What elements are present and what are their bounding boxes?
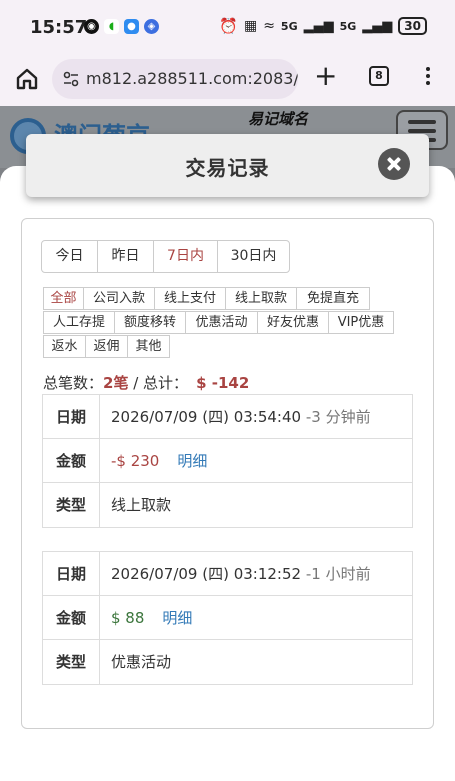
filter-friend-bonus[interactable]: 好友优惠 [257,311,329,334]
record-date-row: 日期 2026/07/09 (四) 03:12:52 -1 小时前 [43,552,412,596]
filter-vip-bonus[interactable]: VIP优惠 [328,311,394,334]
detail-link[interactable]: 明细 [177,452,207,470]
status-bar: 15:57 ◉ ◖ ● ◈ ⏰ ▦ ≈ 5G ▂▄▆ 5G ▂▄▆ 30 [0,0,455,56]
site-domain-label: 易记域名 [248,110,309,128]
browser-menu-button[interactable] [420,65,436,87]
status-app-icons: ◉ ◖ ● ◈ [84,19,159,34]
date-label: 日期 [43,395,100,438]
modal-header: 交易记录 [26,134,429,197]
url-text: m812.a288511.com:2083/mo [86,69,298,88]
detail-link[interactable]: 明细 [162,609,192,627]
qq-icon: ◉ [84,19,99,34]
date-value: 2026/07/09 (四) 03:12:52 -1 小时前 [111,552,371,596]
summary-separator: / [128,374,144,392]
tab-today[interactable]: 今日 [41,240,98,273]
summary-line: 总笔数：2笔 / 总计： $ -142 [43,372,249,393]
filter-company-deposit[interactable]: 公司入款 [83,287,155,310]
chat-bubble-icon: ◖ [104,19,119,34]
transaction-record: 日期 2026/07/09 (四) 03:12:52 -1 小时前 金额 $ 8… [42,551,413,685]
home-button[interactable] [14,66,40,92]
type-value: 线上取款 [111,496,172,514]
amount-label: 金额 [43,439,100,482]
status-time: 15:57 [30,17,88,38]
record-amount-row: 金额 -$ 230 明细 [43,439,412,483]
filter-credit-transfer[interactable]: 额度移转 [114,311,186,334]
record-amount-row: 金额 $ 88 明细 [43,596,412,640]
tab-7-days[interactable]: 7日内 [153,240,218,273]
amount-text: $ 88 [111,609,145,627]
record-type-row: 类型 优惠活动 [43,640,412,684]
message-icon: ● [124,19,139,34]
record-type-row: 类型 线上取款 [43,483,412,527]
filter-rebate[interactable]: 返水 [43,335,86,358]
total-value: $ -142 [196,374,250,392]
amount-label: 金额 [43,596,100,639]
app-icon: ◈ [144,19,159,34]
modal-title: 交易记录 [185,156,270,180]
vibrate-icon: ▦ [243,18,258,34]
relative-time: -3 分钟前 [305,408,371,426]
battery-indicator: 30 [398,17,427,35]
transaction-record: 日期 2026/07/09 (四) 03:54:40 -3 分钟前 金额 -$ … [42,394,413,528]
signal-icon-1: ▂▄▆ [303,18,334,34]
type-filter-row: 全部 公司入款 线上支付 线上取款 免提直充 [43,287,370,310]
home-icon [16,68,38,90]
filter-all[interactable]: 全部 [43,287,84,310]
filter-online-payment[interactable]: 线上支付 [154,287,226,310]
type-value: 优惠活动 [111,653,172,671]
tab-30-days[interactable]: 30日内 [217,240,290,273]
date-text: 2026/07/09 (四) 03:12:52 [111,565,302,583]
date-range-tabs: 今日 昨日 7日内 30日内 [41,240,290,273]
date-value: 2026/07/09 (四) 03:54:40 -3 分钟前 [111,395,371,439]
date-text: 2026/07/09 (四) 03:54:40 [111,408,302,426]
type-label: 类型 [43,483,100,527]
tab-switcher-button[interactable]: 8 [369,66,389,86]
type-filter-row: 返水 返佣 其他 [43,335,170,358]
type-filter-row: 人工存提 额度移转 优惠活动 好友优惠 VIP优惠 [43,311,394,334]
type-label: 类型 [43,640,100,684]
browser-toolbar: m812.a288511.com:2083/mo + 8 [0,56,455,106]
tab-yesterday[interactable]: 昨日 [97,240,154,273]
total-label: 总计： [143,374,189,392]
filter-direct-recharge[interactable]: 免提直充 [296,287,370,310]
filter-commission[interactable]: 返佣 [85,335,128,358]
network-type-2: 5G [339,19,357,33]
filter-other[interactable]: 其他 [127,335,170,358]
alarm-icon: ⏰ [219,17,238,35]
address-bar[interactable]: m812.a288511.com:2083/mo [52,59,298,99]
amount-value: -$ 230 明细 [111,439,207,483]
filter-online-withdrawal[interactable]: 线上取款 [225,287,297,310]
count-label: 总笔数： [43,374,104,392]
network-type-1: 5G [280,19,298,33]
new-tab-button[interactable]: + [314,62,337,90]
close-button[interactable] [378,148,410,180]
amount-text: -$ 230 [111,452,160,470]
status-indicators: ⏰ ▦ ≈ 5G ▂▄▆ 5G ▂▄▆ 30 [219,17,427,35]
record-date-row: 日期 2026/07/09 (四) 03:54:40 -3 分钟前 [43,395,412,439]
site-settings-icon[interactable] [62,70,80,88]
filter-manual-deposit[interactable]: 人工存提 [43,311,115,334]
relative-time: -1 小时前 [305,565,371,583]
amount-value: $ 88 明细 [111,596,192,640]
date-label: 日期 [43,552,100,595]
wifi-icon: ≈ [263,18,275,34]
count-value: 2笔 [103,374,129,392]
signal-icon-2: ▂▄▆ [362,18,393,34]
filter-promotions[interactable]: 优惠活动 [185,311,258,334]
